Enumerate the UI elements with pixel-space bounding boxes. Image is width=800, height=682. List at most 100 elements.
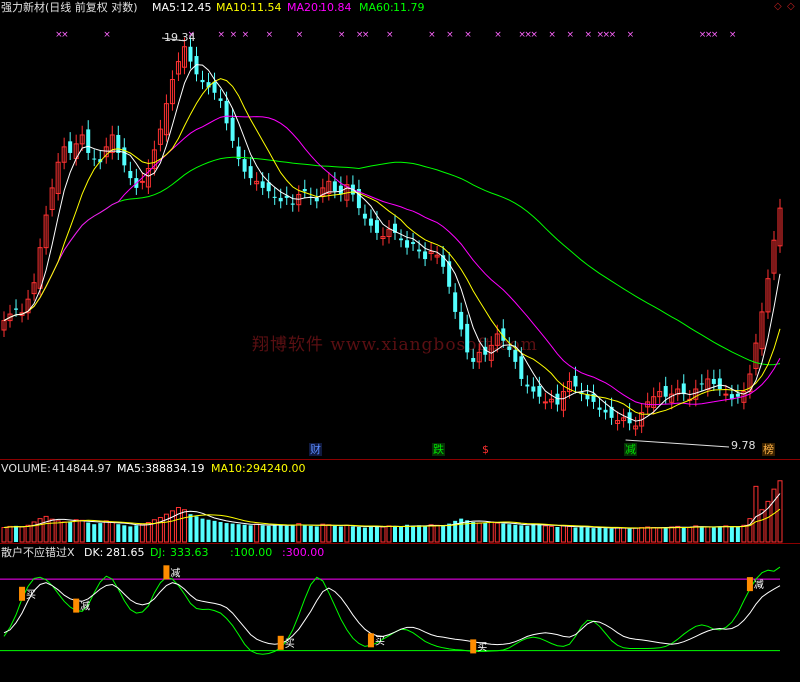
chart-canvas[interactable]: ×× × × × × × × × × ×× × × × × × ××× × × × ××× × ××× ×买减减买 买买减 [0,0,800,682]
signal-x-marker: × [609,30,617,40]
volume-bar [399,526,404,542]
candle-body [513,350,518,362]
volume-ma5-value: 388834.19 [145,462,205,475]
volume-bar [224,523,229,542]
candle-body [711,378,716,384]
volume-bar [639,527,645,543]
volume-bar [145,522,151,543]
volume-bar [175,506,181,543]
volume-bar [200,518,205,542]
volume-bar [356,526,361,542]
candle-body [260,181,265,188]
signal-x-marker: × [566,30,574,40]
signal-x-marker: × [464,30,472,40]
volume-label: VOLUME: [1,462,51,475]
volume-bar [621,527,627,543]
volume-bar [405,524,410,542]
signal-label: 买 [375,635,385,647]
low-price-label: 9.78 [731,439,756,452]
candle-body [14,308,19,310]
volume-bar [1,527,7,543]
candle-body [368,218,373,226]
volume-bar [777,480,783,543]
volume-bar [411,525,416,542]
volume-bar [98,523,103,542]
signal-x-marker: × [362,30,370,40]
kline-chart-window[interactable]: 强力新材(日线 前复权 对数) MA5: 12.45 MA10: 11.54 M… [0,0,800,682]
volume-bar [374,526,379,542]
dj-label: DJ: [150,546,166,559]
volume-bar [507,524,512,542]
volume-bar [128,526,133,542]
candle-body [314,197,319,202]
volume-bar [368,525,373,542]
candle-body [188,46,193,62]
signal-bar [163,565,170,580]
volume-bar [116,524,121,542]
signal-label: 减 [80,601,90,613]
volume-bar [735,526,740,542]
signal-x-marker: × [711,30,719,40]
volume-bar [163,513,169,543]
signal-bar [19,586,26,601]
volume-bar [61,521,67,543]
signal-bar [746,577,753,592]
tag-jian[interactable]: 减 [624,443,637,456]
signal-x-marker: × [296,30,304,40]
volume-bar [68,521,73,542]
volume-bar [302,525,307,542]
volume-bar [729,526,734,542]
candle-body [603,409,608,413]
candle-body [681,383,686,395]
volume-bar [566,525,572,543]
tag-dollar[interactable]: $ [481,443,490,456]
volume-bar [447,523,452,542]
candle-body [465,323,470,353]
low-pointer [625,439,730,448]
signal-x-marker: × [61,30,69,40]
indicator-name: 散户不应错过X [1,546,75,559]
signal-label: 买 [477,641,487,653]
volume-bar [591,528,596,542]
candle-body [423,251,428,260]
signal-bar [470,639,477,654]
tag-die[interactable]: 跌 [432,443,445,456]
candle-body [218,98,223,101]
volume-bar [542,525,548,543]
candle-body [68,141,73,153]
volume-bar [663,527,668,542]
signal-label: 买 [26,589,36,601]
candle-body [332,181,337,192]
volume-bar [633,527,639,543]
signal-x-marker: × [548,30,556,40]
candle-body [717,378,722,390]
volume-bar [717,526,722,542]
signal-x-marker: × [585,30,593,40]
tag-cai[interactable]: 财 [309,443,322,456]
candle-body [447,261,452,287]
candle-body [699,383,704,385]
volume-bar [501,523,506,542]
candle-body [453,292,458,312]
volume-bar [393,526,398,542]
volume-bar [332,525,337,542]
high-price-label: 19.34 [164,31,196,44]
signal-label: 减 [170,567,180,579]
signal-x-marker: × [338,30,346,40]
tag-bang[interactable]: 榜 [762,443,775,456]
volume-bar [188,514,193,542]
volume-bar [37,518,43,543]
volume-bar [723,525,729,543]
candle-body [573,375,578,387]
volume-bar [434,524,440,543]
volume-bar [513,524,518,542]
volume-bar [242,524,247,542]
volume-bar [681,526,686,542]
candle-body [417,249,422,252]
ma10-line [3,78,781,415]
signal-x-marker: × [242,30,250,40]
signal-x-marker: × [494,30,502,40]
candle-body [278,197,283,202]
volume-bar [537,524,542,542]
volume-bar [194,516,199,542]
